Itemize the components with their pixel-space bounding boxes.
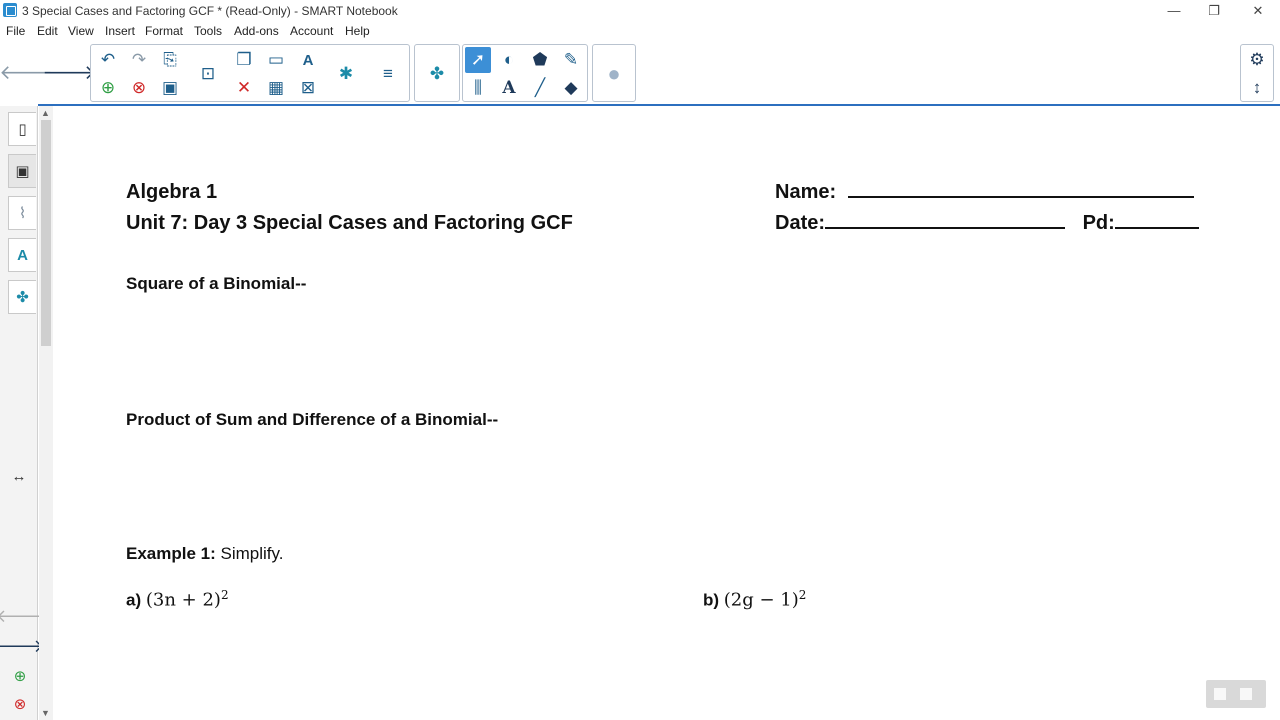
toolbar-group-settings: ⚙ ↕ — [1240, 44, 1274, 102]
main-toolbar: 🡐 🡒 ↶ ↷ ⎘ ⊕ ⊗ ▣ ⊡ ❐ ▭ A ✕ ▦ ⊠ ✱ ≡ ✤ ➚ ◐ … — [0, 42, 1280, 104]
part-b-label: b) — [703, 590, 720, 610]
menu-format[interactable]: Format — [145, 24, 183, 38]
forward-icon[interactable]: 🡒 — [42, 59, 96, 85]
part-b: b) (2g − 1)2 — [703, 588, 806, 611]
restore-icon[interactable]: ❐ — [1204, 2, 1224, 20]
window-title: 3 Special Cases and Factoring GCF * (Rea… — [22, 4, 398, 18]
clear-icon[interactable]: ⊠ — [295, 75, 321, 101]
pen-icon[interactable]: ✎ — [558, 47, 584, 73]
menu-bar: File Edit View Insert Format Tools Add-o… — [0, 22, 1280, 40]
screen-icon[interactable] — [1240, 688, 1252, 700]
scroll-up-icon[interactable]: ▲ — [41, 108, 50, 118]
text-icon[interactable]: A — [295, 47, 321, 73]
remove-page-icon[interactable]: ⊗ — [8, 692, 32, 716]
gallery-icon[interactable]: ▣ — [8, 154, 36, 188]
close-window-icon[interactable]: ✕ — [1248, 2, 1268, 20]
fill-icon[interactable]: ⬟ — [527, 47, 553, 73]
toolbar-group-camera: ● — [592, 44, 636, 102]
puzzle-icon[interactable]: ✤ — [424, 61, 450, 87]
resize-horizontal-icon[interactable]: ↔ — [7, 464, 31, 488]
toolbar-group-puzzle: ✤ — [414, 44, 460, 102]
properties-icon[interactable]: A — [8, 238, 36, 272]
date-field: Date: Pd: — [775, 212, 1199, 235]
line-icon[interactable]: ╱ — [527, 75, 553, 101]
period-label: Pd: — [1082, 212, 1115, 234]
name-field: Name: — [775, 181, 1194, 204]
copy-icon[interactable]: ❐ — [231, 47, 257, 73]
pause-icon[interactable] — [1214, 688, 1226, 700]
minimize-icon[interactable]: — — [1164, 2, 1184, 20]
fullscreen-icon[interactable]: ▭ — [263, 47, 289, 73]
menu-view[interactable]: View — [68, 24, 94, 38]
part-a-label: a) — [126, 590, 142, 610]
toolbar-group-tools: ➚ ◐ ⬟ ✎ ⫼ A ╱ ◆ — [462, 44, 588, 102]
menu-addons[interactable]: Add-ons — [234, 24, 279, 38]
part-a-exponent: 2 — [220, 588, 229, 602]
delete-icon[interactable]: ✕ — [231, 75, 257, 101]
section-sum-difference: Product of Sum and Difference of a Binom… — [126, 410, 499, 429]
left-sidebar: ▯ ▣ ⌇ A ✤ ↔ 🡐 🡒 ⊕ ⊗ — [0, 106, 44, 720]
undo-icon[interactable]: ↶ — [95, 47, 121, 73]
scroll-down-icon[interactable]: ▼ — [41, 708, 50, 718]
shapes-icon[interactable]: ◐ — [496, 47, 522, 73]
redo-icon[interactable]: ↷ — [126, 47, 152, 73]
align-icon[interactable]: ≡ — [375, 61, 401, 87]
new-page-icon[interactable]: ⊕ — [95, 75, 121, 101]
scroll-thumb[interactable] — [41, 120, 51, 346]
back-icon[interactable]: 🡐 — [0, 59, 53, 85]
vertical-scrollbar[interactable]: ▲ ▼ — [39, 106, 53, 720]
title-bar: 3 Special Cases and Factoring GCF * (Rea… — [0, 0, 1280, 22]
paste-icon[interactable]: ⎘ — [157, 47, 183, 73]
page-view-controls[interactable] — [1206, 680, 1266, 708]
measure-icon[interactable]: ⫼ — [465, 75, 491, 101]
menu-file[interactable]: File — [6, 24, 25, 38]
addon-icon[interactable]: ✱ — [333, 61, 359, 87]
next-page-icon[interactable]: 🡒 — [0, 634, 44, 658]
example-instruction: Simplify. — [220, 544, 284, 563]
unit-title: Unit 7: Day 3 Special Cases and Factorin… — [126, 212, 573, 234]
smart-notebook-app-icon — [3, 3, 17, 17]
delete-page-icon[interactable]: ⊗ — [126, 75, 152, 101]
toolbar-move-icon[interactable]: ↕ — [1244, 75, 1270, 101]
part-a: a) (3n + 2)2 — [126, 588, 229, 611]
name-blank — [847, 196, 1194, 198]
document-camera-icon[interactable]: ● — [601, 61, 627, 87]
date-label: Date: — [775, 212, 826, 234]
save-icon[interactable]: ▣ — [157, 75, 183, 101]
eraser-icon[interactable]: ◆ — [558, 75, 584, 101]
screen-shade-icon[interactable]: ⊡ — [195, 61, 221, 87]
add-page-icon[interactable]: ⊕ — [8, 664, 32, 688]
select-icon[interactable]: ➚ — [465, 47, 491, 73]
course-title: Algebra 1 — [126, 181, 218, 203]
menu-insert[interactable]: Insert — [105, 24, 135, 38]
toolbar-group-edit: ↶ ↷ ⎘ ⊕ ⊗ ▣ ⊡ ❐ ▭ A ✕ ▦ ⊠ ✱ ≡ — [90, 44, 410, 102]
example-1: Example 1: Simplify. — [126, 544, 283, 564]
example-label: Example 1: — [126, 544, 216, 563]
part-a-expression: (3n + 2) — [145, 589, 221, 611]
name-label: Name: — [775, 181, 837, 203]
text-tool-icon[interactable]: A — [496, 75, 522, 101]
previous-page-icon[interactable]: 🡐 — [0, 604, 44, 628]
menu-edit[interactable]: Edit — [37, 24, 58, 38]
menu-account[interactable]: Account — [290, 24, 333, 38]
table-icon[interactable]: ▦ — [263, 75, 289, 101]
menu-help[interactable]: Help — [345, 24, 370, 38]
period-blank — [1114, 227, 1199, 229]
section-square-binomial: Square of a Binomial-- — [126, 274, 307, 293]
addons-icon[interactable]: ✤ — [8, 280, 36, 314]
settings-icon[interactable]: ⚙ — [1244, 47, 1270, 73]
part-b-exponent: 2 — [798, 588, 807, 602]
part-b-expression: (2g − 1) — [723, 589, 799, 611]
date-blank — [825, 227, 1066, 229]
menu-tools[interactable]: Tools — [194, 24, 222, 38]
page-sorter-icon[interactable]: ▯ — [8, 112, 36, 146]
attachments-icon[interactable]: ⌇ — [8, 196, 36, 230]
